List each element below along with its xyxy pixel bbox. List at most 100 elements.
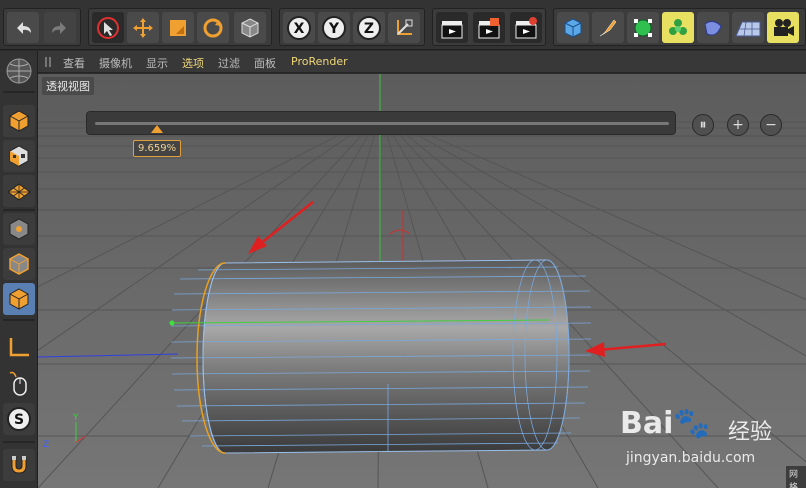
workplane-grid-icon: [7, 183, 31, 201]
undo-redo-group: [3, 8, 81, 46]
mouse-icon: [9, 371, 27, 396]
rotate-icon: [203, 18, 223, 37]
cloner-button[interactable]: [662, 12, 694, 43]
plus-icon: +: [732, 117, 744, 133]
render-settings-icon: [515, 16, 537, 38]
zoom-slider-handle[interactable]: [151, 125, 163, 133]
points-mode-button[interactable]: [3, 213, 35, 245]
floor-icon: [735, 21, 761, 36]
viewport-menubar: 查看 摄像机 显示 选项 过滤 面板 ProRender: [38, 51, 806, 73]
watermark-cn: 经验: [728, 420, 773, 445]
model-mode-button[interactable]: [3, 105, 35, 137]
object-create-group: [553, 8, 806, 46]
watermark-logo: Bai🐾: [620, 406, 711, 441]
axis-z-button[interactable]: Z: [353, 12, 385, 43]
cube-icon: [564, 17, 582, 38]
zoom-in-button[interactable]: +: [727, 114, 749, 136]
axis-x-icon: X: [287, 15, 311, 40]
grip-icon[interactable]: [44, 56, 54, 68]
view-label[interactable]: 透视视图: [42, 77, 94, 95]
clapperboard-icon: [441, 20, 463, 38]
floor-button[interactable]: [732, 12, 764, 43]
menu-options[interactable]: 选项: [182, 55, 204, 71]
svg-text:S: S: [14, 412, 24, 428]
polygons-mode-button[interactable]: [3, 283, 35, 315]
menu-filter[interactable]: 过滤: [218, 55, 240, 71]
svg-text:Y: Y: [72, 413, 79, 423]
cinema4d-window: X Y Z 查看 摄像机 显示 选项 过滤 面板 ProRender S Y Z…: [0, 0, 806, 488]
axis-y-button[interactable]: Y: [318, 12, 350, 43]
mode-toolbar: S: [0, 51, 38, 488]
svg-text:Z: Z: [364, 21, 374, 37]
object-mode-button[interactable]: [234, 12, 266, 43]
menu-display[interactable]: 显示: [146, 55, 168, 71]
edges-mode-icon: [9, 253, 29, 275]
globe-grid-icon: [6, 58, 32, 84]
render-region-button[interactable]: [473, 12, 505, 43]
baidu-watermark: Bai🐾 经验 jingyan.baidu.com: [616, 400, 806, 470]
texture-checker-icon: [9, 145, 29, 167]
menu-panel[interactable]: 面板: [254, 55, 276, 71]
zoom-pause-button[interactable]: ⏸: [692, 114, 714, 136]
grid-tab[interactable]: 网格: [786, 466, 806, 488]
pen-spline-button[interactable]: [592, 12, 624, 43]
workplane-button[interactable]: [3, 175, 35, 207]
main-toolbar: X Y Z: [0, 0, 806, 50]
snap-s-icon: S: [7, 407, 31, 431]
coordinate-system-icon: [397, 19, 413, 35]
edges-mode-button[interactable]: [3, 248, 35, 280]
make-editable-button[interactable]: [3, 55, 35, 87]
render-settings-button[interactable]: [510, 12, 542, 43]
texture-mode-button[interactable]: [3, 140, 35, 172]
separator: [3, 441, 35, 443]
coordinate-system-button[interactable]: [388, 12, 420, 43]
zoom-track[interactable]: [95, 122, 669, 125]
zoom-slider[interactable]: [86, 111, 676, 135]
deformer-icon: [704, 20, 722, 35]
redo-button[interactable]: [44, 12, 76, 43]
camera-icon: [774, 18, 794, 36]
menu-prorender[interactable]: ProRender: [291, 55, 348, 68]
render-view-button[interactable]: [436, 12, 468, 43]
undo-icon: [17, 21, 31, 34]
axis-y-icon: Y: [322, 15, 346, 40]
menu-view[interactable]: 查看: [63, 55, 85, 71]
deformer-button[interactable]: [697, 12, 729, 43]
cloner-icon: [669, 18, 687, 35]
zoom-value-tooltip: 9.659%: [133, 140, 182, 157]
pen-icon: [599, 19, 617, 36]
camera-button[interactable]: [767, 12, 799, 43]
subdivision-icon: [634, 18, 652, 37]
axis-z-icon: Z: [357, 15, 381, 40]
magnet-button[interactable]: [3, 449, 35, 481]
subdivision-button[interactable]: [627, 12, 659, 43]
scale-tool-button[interactable]: [162, 12, 194, 43]
magnet-icon: [11, 456, 27, 474]
move-icon: [133, 17, 153, 38]
select-arrow-icon: [97, 16, 119, 39]
render-region-icon: [478, 17, 500, 38]
axis-icon: [9, 338, 29, 357]
axis-mode-button[interactable]: [3, 331, 35, 363]
separator: [3, 319, 35, 321]
snap-button[interactable]: S: [3, 403, 35, 435]
perspective-viewport[interactable]: Y Z 透视视图 9.659% ⏸ + − Bai🐾 经验 jingyan.ba…: [38, 74, 806, 488]
undo-button[interactable]: [7, 12, 39, 43]
zoom-out-button[interactable]: −: [760, 114, 782, 136]
points-mode-icon: [9, 218, 29, 240]
svg-text:Y: Y: [328, 21, 340, 37]
tweak-mode-button[interactable]: [3, 367, 35, 399]
axis-x-button[interactable]: X: [283, 12, 315, 43]
polygons-mode-icon: [9, 288, 29, 310]
move-tool-button[interactable]: [127, 12, 159, 43]
select-tool-button[interactable]: [92, 12, 124, 43]
cylinder-object[interactable]: [169, 259, 592, 454]
rotate-tool-button[interactable]: [197, 12, 229, 43]
cube-object-button[interactable]: [557, 12, 589, 43]
pause-icon: ⏸: [699, 117, 707, 133]
render-group: [432, 8, 546, 46]
menu-camera[interactable]: 摄像机: [99, 55, 132, 71]
svg-text:X: X: [294, 21, 305, 37]
separator: [3, 209, 35, 211]
minus-icon: −: [765, 117, 777, 133]
